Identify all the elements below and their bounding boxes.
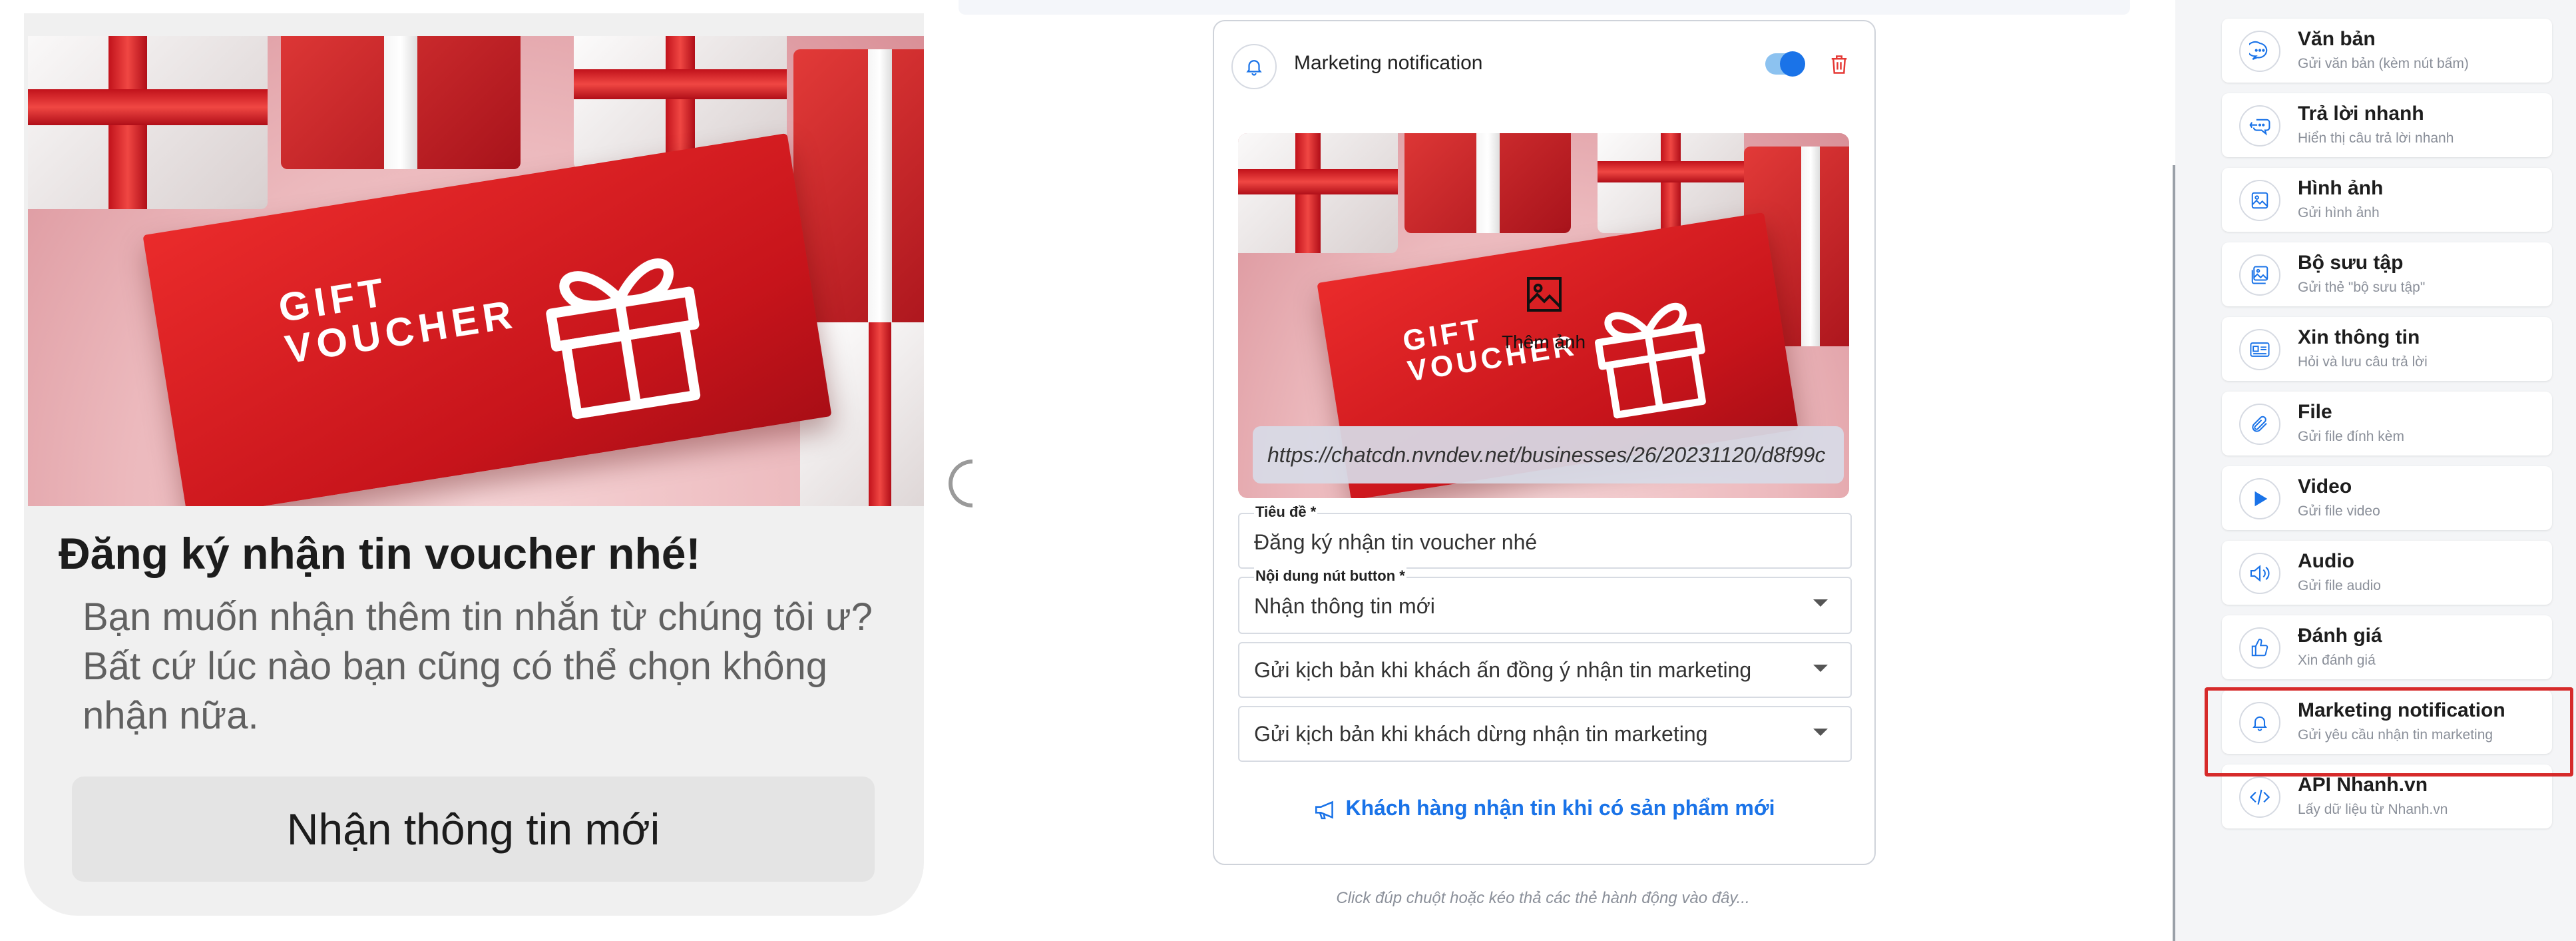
button-content-label: Nội dung nút button * xyxy=(1254,567,1406,585)
gallery-icon xyxy=(2239,254,2280,296)
sidebar-item-title: Xin thông tin xyxy=(2298,326,2420,348)
title-field-label: Tiêu đề * xyxy=(1254,503,1318,521)
add-photo-icon[interactable] xyxy=(1523,273,1566,316)
drop-hint: Click đúp chuột hoặc kéo thả các thẻ hàn… xyxy=(1336,889,1750,907)
thumbs-up-icon xyxy=(2239,627,2280,669)
gift-box-icon xyxy=(546,258,701,420)
sidebar-item-text[interactable]: Văn bản Gửi văn bản (kèm nút bấm) xyxy=(2222,19,2552,83)
sidebar-item-title: File xyxy=(2298,401,2332,423)
sidebar-item-title: Văn bản xyxy=(2298,28,2376,50)
preview-subtitle: Bạn muốn nhận thêm tin nhắn từ chúng tôi… xyxy=(83,595,873,737)
sidebar-item-title: Trả lời nhanh xyxy=(2298,103,2424,125)
chat-bubble-icon xyxy=(2239,31,2280,72)
message-preview-card: GIFT VOUCHER Đăng ký nhận tin voucher nh… xyxy=(24,13,924,916)
id-card-icon xyxy=(2239,329,2280,370)
image-url[interactable]: https://chatcdn.nvndev.net/businesses/26… xyxy=(1253,426,1844,483)
chevron-down-icon[interactable] xyxy=(1813,729,1828,736)
sidebar-item-request-info[interactable]: Xin thông tin Hỏi và lưu câu trả lời xyxy=(2222,317,2552,381)
sidebar-item-subtitle: Lấy dữ liệu từ Nhanh.vn xyxy=(2298,802,2448,817)
title-field-input[interactable]: Đăng ký nhận tin voucher nhé xyxy=(1254,530,1537,555)
marketing-notification-editor: Marketing notification GIFT VOUCHER Thêm… xyxy=(1213,20,1876,865)
sidebar-item-subtitle: Gửi file video xyxy=(2298,503,2380,519)
button-content-field[interactable]: Nội dung nút button * Nhận thông tin mới xyxy=(1238,567,1852,634)
customer-notify-link[interactable]: Khách hàng nhận tin khi có sản phẩm mới xyxy=(1214,796,1874,820)
paperclip-icon xyxy=(2239,404,2280,445)
editor-image-area[interactable]: GIFT VOUCHER Thêm ảnh https://chatcdn.nv… xyxy=(1238,133,1849,498)
action-sidebar: Văn bản Gửi văn bản (kèm nút bấm) Trả lờ… xyxy=(2175,0,2576,941)
voucher-preview-image: GIFT VOUCHER xyxy=(28,36,924,506)
bell-icon xyxy=(1231,44,1277,89)
top-strip xyxy=(959,0,2130,15)
play-icon xyxy=(2239,478,2280,519)
sidebar-item-subtitle: Hỏi và lưu câu trả lời xyxy=(2298,354,2428,370)
code-icon xyxy=(2239,777,2280,818)
chevron-down-icon[interactable] xyxy=(1813,665,1828,672)
sidebar-item-quick-reply[interactable]: Trả lời nhanh Hiển thị câu trả lời nhanh xyxy=(2222,93,2552,157)
stop-script-select[interactable]: Gửi kịch bản khi khách dừng nhận tin mar… xyxy=(1238,706,1852,762)
agree-script-select[interactable]: Gửi kịch bản khi khách ấn đồng ý nhận ti… xyxy=(1238,642,1852,698)
highlight-marker xyxy=(2205,687,2573,777)
carousel-edge-indicator xyxy=(949,460,972,507)
speaker-icon xyxy=(2239,553,2280,594)
image-icon xyxy=(2239,180,2280,221)
sidebar-item-subtitle: Hiển thị câu trả lời nhanh xyxy=(2298,131,2454,146)
sidebar-item-video[interactable]: Video Gửi file video xyxy=(2222,466,2552,530)
quick-reply-icon xyxy=(2239,105,2280,147)
title-field[interactable]: Tiêu đề * Đăng ký nhận tin voucher nhé xyxy=(1238,503,1852,569)
sidebar-item-title: Đánh giá xyxy=(2298,625,2382,647)
preview-subscribe-button[interactable]: Nhận thông tin mới xyxy=(72,777,875,882)
sidebar-item-subtitle: Gửi file audio xyxy=(2298,578,2381,593)
sidebar-item-subtitle: Gửi văn bản (kèm nút bấm) xyxy=(2298,56,2469,71)
delete-icon[interactable] xyxy=(1829,53,1849,79)
agree-script-value[interactable]: Gửi kịch bản khi khách ấn đồng ý nhận ti… xyxy=(1254,658,1751,683)
sidebar-item-subtitle: Gửi file đính kèm xyxy=(2298,429,2404,444)
add-photo-label[interactable]: Thêm ảnh xyxy=(1238,332,1849,353)
customer-notify-label[interactable]: Khách hàng nhận tin khi có sản phẩm mới xyxy=(1345,796,1775,820)
sidebar-item-image[interactable]: Hình ảnh Gửi hình ảnh xyxy=(2222,168,2552,232)
sidebar-item-gallery[interactable]: Bộ sưu tập Gửi thẻ "bộ sưu tập" xyxy=(2222,242,2552,306)
sidebar-item-title: Audio xyxy=(2298,550,2354,572)
sidebar-item-subtitle: Xin đánh giá xyxy=(2298,653,2376,668)
button-content-select[interactable]: Nhận thông tin mới xyxy=(1254,594,1435,619)
sidebar-item-audio[interactable]: Audio Gửi file audio xyxy=(2222,541,2552,605)
sidebar-item-title: Hình ảnh xyxy=(2298,177,2384,199)
preview-title: Đăng ký nhận tin voucher nhé! xyxy=(59,529,701,578)
sidebar-item-title: Video xyxy=(2298,475,2352,497)
megaphone-icon xyxy=(1315,800,1334,819)
editor-header-title: Marketing notification xyxy=(1294,52,1483,74)
sidebar-item-title: Bộ sưu tập xyxy=(2298,252,2404,274)
stop-script-value[interactable]: Gửi kịch bản khi khách dừng nhận tin mar… xyxy=(1254,722,1707,747)
sidebar-item-title: API Nhanh.vn xyxy=(2298,774,2428,796)
sidebar-item-subtitle: Gửi hình ảnh xyxy=(2298,205,2380,220)
sidebar-item-file[interactable]: File Gửi file đính kèm xyxy=(2222,392,2552,456)
enable-toggle[interactable] xyxy=(1765,51,1805,77)
chevron-down-icon[interactable] xyxy=(1813,599,1828,607)
sidebar-item-rating[interactable]: Đánh giá Xin đánh giá xyxy=(2222,615,2552,679)
sidebar-item-subtitle: Gửi thẻ "bộ sưu tập" xyxy=(2298,280,2426,295)
